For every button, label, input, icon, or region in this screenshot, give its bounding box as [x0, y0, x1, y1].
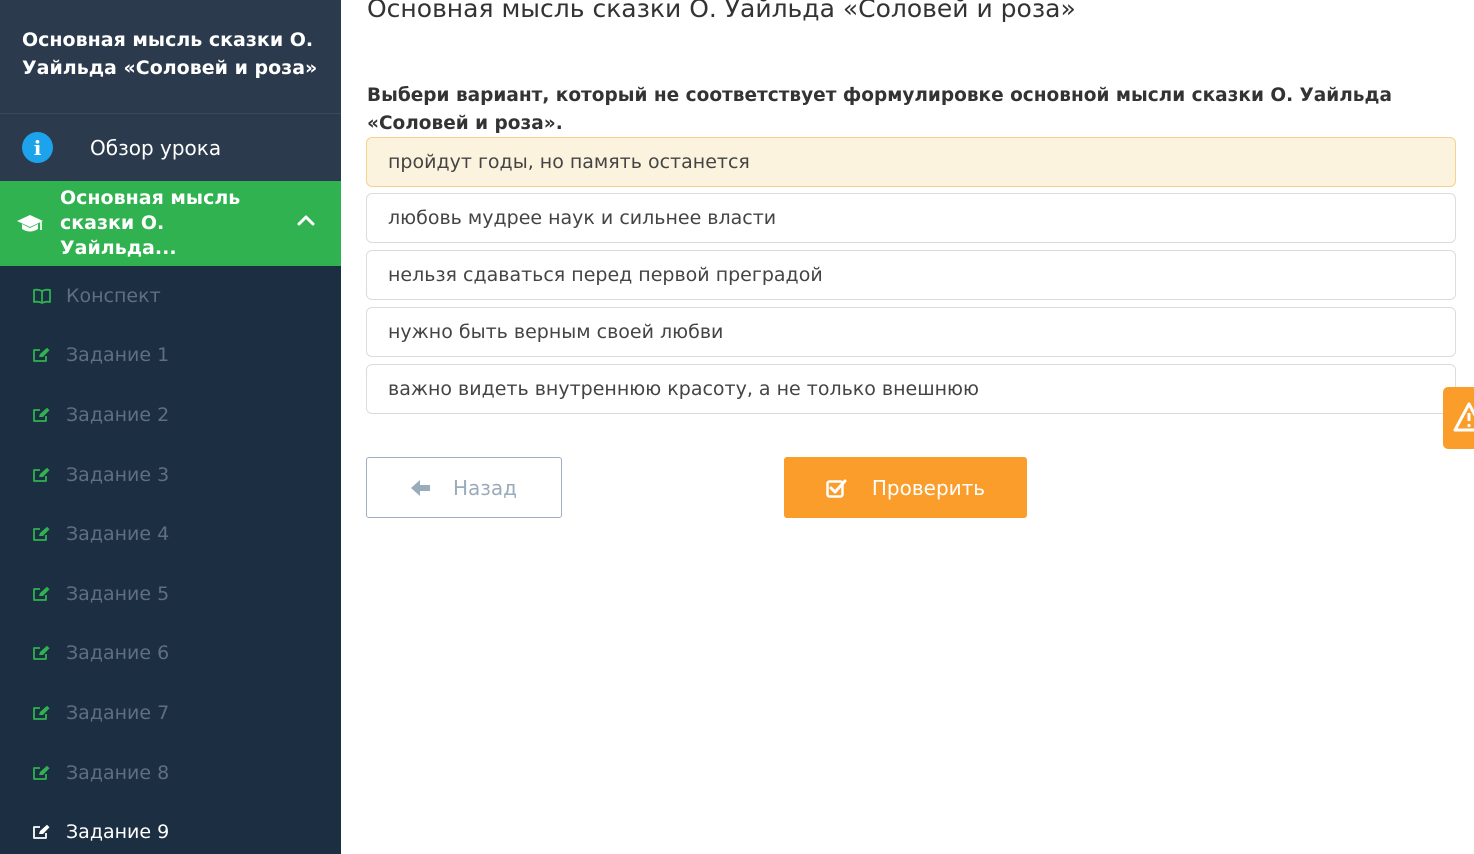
chevron-up-icon[interactable] [297, 214, 315, 226]
main-content: Основная мысль сказки О. Уайльда «Солове… [341, 0, 1474, 854]
sidebar-item-task-6[interactable]: Задание 6 [0, 624, 341, 684]
sidebar-item-label: Задание 3 [66, 463, 170, 486]
edit-icon [33, 586, 50, 601]
report-error-tab[interactable] [1443, 387, 1474, 449]
sidebar-item-task-2[interactable]: Задание 2 [0, 385, 341, 445]
arrow-left-icon [410, 479, 430, 496]
edit-icon [33, 705, 50, 720]
sidebar-item-task-1[interactable]: Задание 1 [0, 326, 341, 386]
edit-icon [33, 765, 50, 780]
sidebar-item-label: Задание 6 [66, 642, 170, 665]
back-button[interactable]: Назад [366, 457, 562, 518]
sidebar-item-label: Задание 8 [66, 761, 170, 784]
info-icon: i [22, 132, 53, 163]
book-icon [33, 288, 51, 304]
sidebar-item-task-7[interactable]: Задание 7 [0, 683, 341, 743]
edit-icon [33, 646, 50, 661]
sidebar-item-label: Задание 1 [66, 344, 170, 367]
sidebar-section-active[interactable]: Основная мысль сказки О. Уайльда... [0, 181, 341, 266]
check-button[interactable]: Проверить [784, 457, 1027, 518]
sidebar-task-list: Конспект Задание 1 Задание 2 Задание 3 Задан… [0, 266, 341, 854]
warning-icon [1453, 402, 1474, 432]
edit-icon [33, 407, 50, 422]
sidebar-item-task-8[interactable]: Задание 8 [0, 743, 341, 803]
answer-option[interactable]: важно видеть внутреннюю красоту, а не то… [366, 364, 1456, 414]
sidebar-item-task-9[interactable]: Задание 9 [0, 802, 341, 854]
graduation-cap-icon [17, 214, 43, 231]
answer-option[interactable]: пройдут годы, но память останется [366, 137, 1456, 187]
checkbox-icon [826, 479, 847, 498]
sidebar-item-label: Задание 4 [66, 523, 170, 546]
sidebar-item-task-5[interactable]: Задание 5 [0, 564, 341, 624]
question-text: Выбери вариант, который не соответствует… [367, 85, 1392, 134]
sidebar-item-task-4[interactable]: Задание 4 [0, 504, 341, 564]
edit-icon [33, 348, 50, 363]
sidebar-item-label: Обзор урока [90, 135, 222, 160]
sidebar: Основная мысль сказки О. Уайльда «Солове… [0, 0, 341, 854]
sidebar-item-task-3[interactable]: Задание 3 [0, 445, 341, 505]
sidebar-item-label: Задание 7 [66, 701, 170, 724]
edit-icon [33, 467, 50, 482]
sidebar-item-summary[interactable]: Конспект [0, 266, 341, 326]
sidebar-item-label: Задание 2 [66, 403, 170, 426]
page-title: Основная мысль сказки О. Уайльда «Солове… [367, 0, 1076, 23]
edit-icon [33, 526, 50, 542]
sidebar-item-label: Конспект [66, 284, 161, 307]
check-button-label: Проверить [871, 475, 986, 500]
answer-option[interactable]: нужно быть верным своей любви [366, 307, 1456, 357]
sidebar-item-label: Задание 9 [66, 821, 170, 844]
lesson-title: Основная мысль сказки О. Уайльда «Солове… [0, 0, 341, 114]
sidebar-item-label: Задание 5 [66, 582, 170, 605]
answer-option[interactable]: нельзя сдаваться перед первой преградой [366, 250, 1456, 300]
back-button-label: Назад [452, 475, 517, 500]
edit-icon [33, 824, 50, 840]
sidebar-item-overview[interactable]: i Обзор урока [0, 114, 341, 181]
sidebar-section-label: Основная мысль сказки О. Уайльда... [60, 187, 241, 259]
answer-option[interactable]: любовь мудрее наук и сильнее власти [366, 193, 1456, 243]
